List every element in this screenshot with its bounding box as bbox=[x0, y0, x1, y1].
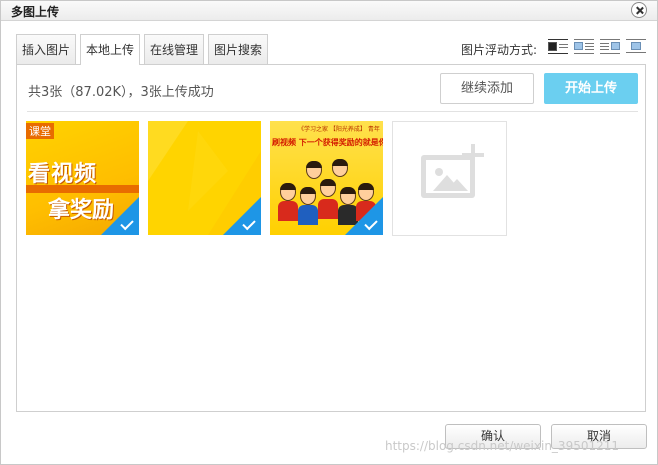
image-thumbnail[interactable]: 课堂 看视频 拿奖励 bbox=[26, 121, 139, 235]
tab-online-manage[interactable]: 在线管理 bbox=[144, 34, 205, 64]
float-none-icon[interactable] bbox=[548, 39, 568, 55]
upload-panel: 共3张（87.02K），3张上传成功 继续添加 开始上传 课堂 看视频 拿奖励 bbox=[16, 64, 646, 412]
close-icon[interactable] bbox=[631, 2, 647, 18]
float-center-icon[interactable] bbox=[626, 39, 646, 55]
tab-image-search[interactable]: 图片搜索 bbox=[208, 34, 269, 64]
selected-corner bbox=[345, 197, 383, 235]
continue-add-button[interactable]: 继续添加 bbox=[440, 73, 534, 104]
thumbnail-tag: 课堂 bbox=[26, 123, 54, 139]
cancel-button[interactable]: 取消 bbox=[551, 424, 647, 449]
float-mode-options bbox=[548, 39, 652, 55]
divider bbox=[27, 111, 638, 112]
image-thumbnail[interactable]: 《学习之家 【阳光养成】 青年 刷视频 下一个获得奖励的就是你 bbox=[270, 121, 383, 235]
upload-status-text: 共3张（87.02K），3张上传成功 bbox=[28, 85, 214, 100]
thumbnail-headline: 看视频 bbox=[28, 161, 98, 187]
tab-bar: 插入图片 本地上传 在线管理 图片搜索 bbox=[16, 34, 272, 65]
tab-insert-image[interactable]: 插入图片 bbox=[16, 34, 77, 64]
image-thumbnail[interactable] bbox=[148, 121, 261, 235]
confirm-button[interactable]: 确认 bbox=[445, 424, 541, 449]
start-upload-button[interactable]: 开始上传 bbox=[544, 73, 638, 104]
float-right-icon[interactable] bbox=[600, 39, 620, 55]
dialog-titlebar: 多图上传 bbox=[1, 1, 657, 21]
add-image-placeholder[interactable] bbox=[392, 121, 507, 236]
float-left-icon[interactable] bbox=[574, 39, 594, 55]
thumbnail-list: 课堂 看视频 拿奖励 《学习之家 【阳光养成】 青年 刷视频 下一个获得奖励的就… bbox=[26, 121, 507, 236]
float-mode-label: 图片浮动方式: bbox=[461, 43, 538, 57]
plus-icon-vertical bbox=[471, 144, 475, 166]
multi-image-upload-dialog: 多图上传 插入图片 本地上传 在线管理 图片搜索 图片浮动方式: 共3张（87.… bbox=[0, 0, 658, 465]
selected-corner bbox=[101, 197, 139, 235]
dialog-title: 多图上传 bbox=[11, 5, 60, 19]
add-image-icon bbox=[421, 155, 475, 198]
thumbnail-banner: 《学习之家 【阳光养成】 青年 bbox=[298, 126, 380, 133]
selected-corner bbox=[223, 197, 261, 235]
tab-local-upload[interactable]: 本地上传 bbox=[80, 34, 141, 65]
thumbnail-slogan: 刷视频 下一个获得奖励的就是你 bbox=[272, 138, 383, 147]
